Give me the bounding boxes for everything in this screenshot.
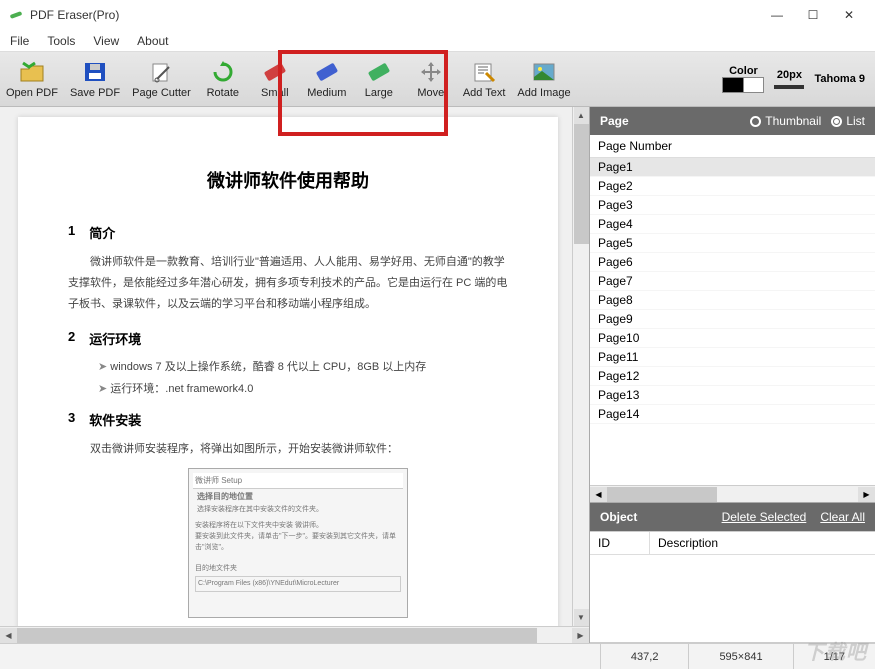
menu-about[interactable]: About [137,34,168,48]
scroll-right-icon[interactable]: ▶ [572,628,589,643]
page-cutter-button[interactable]: Page Cutter [126,52,197,106]
page-panel-header: Page Thumbnail List [590,107,875,135]
eraser-small-icon [261,59,289,85]
list-radio[interactable]: List [831,114,865,128]
rotate-icon [209,59,237,85]
page-row[interactable]: Page7 [590,272,875,291]
swatch-black [723,78,743,92]
object-table: ID Description [590,531,875,643]
cutter-icon [147,59,175,85]
clear-all-link[interactable]: Clear All [820,510,865,524]
swatch-white [743,78,763,92]
page-row[interactable]: Page4 [590,215,875,234]
document-area: 微讲师软件使用帮助 1简介 微讲师软件是一款教育、培训行业"普遍适用、人人能用、… [0,107,589,643]
status-page: 1/17 [793,644,875,669]
object-table-body[interactable] [590,555,875,643]
page-list-body[interactable]: Page1Page2Page3Page4Page5Page6Page7Page8… [590,158,875,485]
eraser-medium-icon [313,59,341,85]
menubar: File Tools View About [0,30,875,52]
add-image-button[interactable]: Add Image [511,52,576,106]
add-text-icon [470,59,498,85]
open-icon [18,59,46,85]
doc-vertical-scrollbar[interactable]: ▲ ▼ [572,107,589,626]
doc-horizontal-scrollbar[interactable]: ◀ ▶ [0,626,589,643]
embedded-dialog-image: 微讲师 Setup 选择目的地位置 选择安装程序在其中安装文件的文件夹。 安装程… [188,468,408,618]
delete-selected-link[interactable]: Delete Selected [722,510,807,524]
app-icon [8,7,24,23]
eraser-small-button[interactable]: Small [249,52,301,106]
toolbar: Open PDF Save PDF Page Cutter Rotate Sma… [0,52,875,107]
side-panel: Page Thumbnail List Page Number Page1Pag… [589,107,875,643]
doc-heading: 微讲师软件使用帮助 [68,167,508,193]
window-title: PDF Eraser(Pro) [30,8,759,22]
eraser-medium-button[interactable]: Medium [301,52,353,106]
status-dims: 595×841 [688,644,792,669]
thumbnail-radio[interactable]: Thumbnail [750,114,821,128]
page-row[interactable]: Page1 [590,158,875,177]
page-list: Page Number Page1Page2Page3Page4Page5Pag… [590,135,875,503]
object-col-desc[interactable]: Description [650,532,726,554]
eraser-large-button[interactable]: Large [353,52,405,106]
size-line-icon [774,85,804,89]
menu-view[interactable]: View [93,34,119,48]
font-selector[interactable]: Tahoma 9 [814,73,865,85]
page-list-header[interactable]: Page Number [590,135,875,158]
object-panel-header: Object Delete Selected Clear All [590,503,875,531]
page-row[interactable]: Page11 [590,348,875,367]
eraser-large-icon [365,59,393,85]
scroll-left-icon[interactable]: ◀ [0,628,17,643]
page-list-scrollbar[interactable]: ◀▶ [590,485,875,502]
menu-tools[interactable]: Tools [47,34,75,48]
close-button[interactable]: ✕ [831,1,867,29]
open-pdf-button[interactable]: Open PDF [0,52,64,106]
page-row[interactable]: Page10 [590,329,875,348]
rotate-button[interactable]: Rotate [197,52,249,106]
object-col-id[interactable]: ID [590,532,650,554]
page-row[interactable]: Page12 [590,367,875,386]
scroll-up-icon[interactable]: ▲ [574,107,589,124]
menu-file[interactable]: File [10,34,29,48]
page-row[interactable]: Page3 [590,196,875,215]
save-icon [81,59,109,85]
titlebar: PDF Eraser(Pro) — ☐ ✕ [0,0,875,30]
page-row[interactable]: Page9 [590,310,875,329]
minimize-button[interactable]: — [759,1,795,29]
pdf-page: 微讲师软件使用帮助 1简介 微讲师软件是一款教育、培训行业"普遍适用、人人能用、… [18,117,558,626]
save-pdf-button[interactable]: Save PDF [64,52,126,106]
page-row[interactable]: Page6 [590,253,875,272]
scroll-down-icon[interactable]: ▼ [574,609,589,626]
status-coords: 437,2 [600,644,689,669]
page-row[interactable]: Page2 [590,177,875,196]
document-viewport[interactable]: 微讲师软件使用帮助 1简介 微讲师软件是一款教育、培训行业"普遍适用、人人能用、… [0,107,572,626]
color-picker[interactable]: Color [722,65,764,93]
add-image-icon [530,59,558,85]
move-button[interactable]: Move [405,52,457,106]
page-row[interactable]: Page5 [590,234,875,253]
page-row[interactable]: Page13 [590,386,875,405]
add-text-button[interactable]: Add Text [457,52,512,106]
size-selector[interactable]: 20px [774,69,804,89]
page-row[interactable]: Page8 [590,291,875,310]
maximize-button[interactable]: ☐ [795,1,831,29]
page-row[interactable]: Page14 [590,405,875,424]
move-icon [417,59,445,85]
statusbar: 437,2 595×841 1/17 [0,643,875,669]
